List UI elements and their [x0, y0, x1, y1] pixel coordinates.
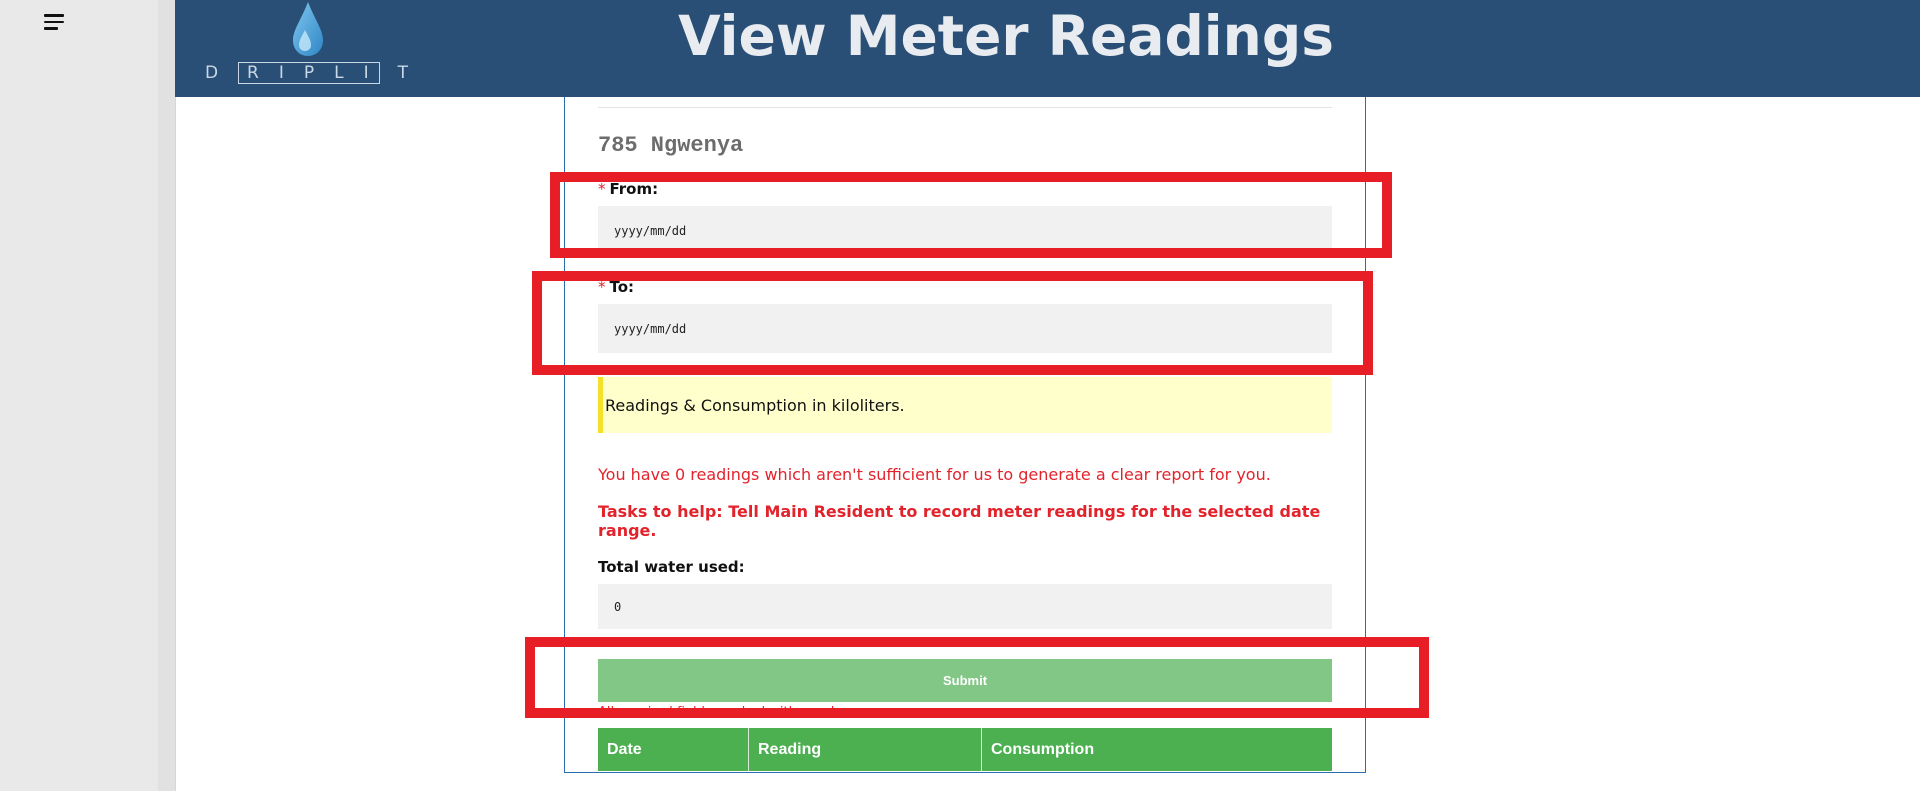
to-label: * To: [598, 278, 634, 296]
total-water-value: 0 [614, 599, 622, 614]
column-header-date[interactable]: Date [598, 728, 749, 771]
from-label: * From: [598, 180, 658, 198]
from-date-placeholder: yyyy/mm/dd [614, 223, 687, 238]
submit-button[interactable]: Submit [598, 659, 1332, 702]
to-date-input[interactable]: yyyy/mm/dd [598, 304, 1332, 353]
property-name: 785 Ngwenya [598, 133, 744, 158]
from-label-text: From: [609, 180, 659, 198]
total-water-label: Total water used: [598, 558, 745, 576]
insufficient-readings-message: You have 0 readings which aren't suffici… [598, 465, 1271, 484]
divider [598, 107, 1332, 108]
hamburger-menu-icon[interactable] [44, 10, 70, 34]
to-label-text: To: [609, 278, 635, 296]
page-title: View Meter Readings [678, 4, 1334, 68]
sidebar [0, 0, 176, 791]
to-date-placeholder: yyyy/mm/dd [614, 321, 687, 336]
tasks-help-message: Tasks to help: Tell Main Resident to rec… [598, 502, 1321, 540]
required-mark: * [598, 180, 606, 198]
required-fields-note: All required fields marked with a red [598, 706, 835, 714]
total-water-field: 0 [598, 584, 1332, 629]
page-header: D R I P L I T View Meter Readings [175, 0, 1920, 97]
meter-readings-form: 785 Ngwenya * From: yyyy/mm/dd * To: yyyy/… [564, 97, 1366, 773]
from-date-input[interactable]: yyyy/mm/dd [598, 206, 1332, 255]
column-header-consumption[interactable]: Consumption [981, 728, 1332, 771]
column-header-reading[interactable]: Reading [748, 728, 982, 771]
sidebar-scroll-strip [158, 0, 175, 791]
required-mark: * [598, 278, 606, 296]
units-notice: Readings & Consumption in kiloliters. [598, 377, 1332, 433]
table-header-row: Date Reading Consumption [598, 728, 1332, 771]
readings-table: Date Reading Consumption [598, 728, 1332, 771]
